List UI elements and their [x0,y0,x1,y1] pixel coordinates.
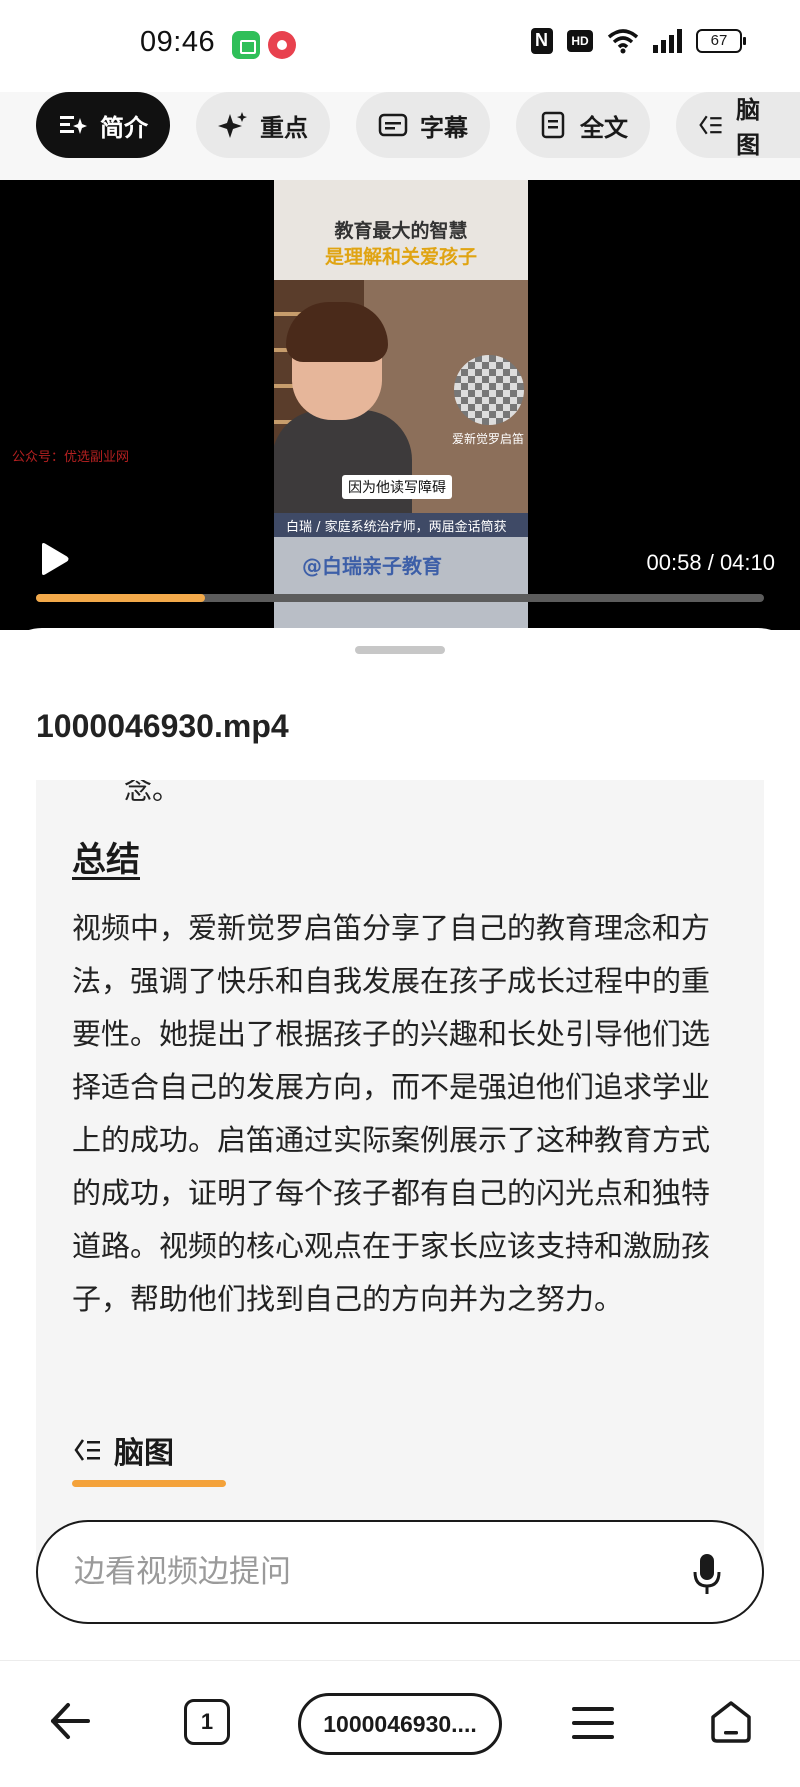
video-overlay-subtitle: 是理解和关爱孩子 [324,246,477,268]
play-icon[interactable] [36,542,70,576]
menu-icon[interactable] [572,1705,614,1741]
summary-sparkle-icon [60,116,87,134]
summary-heading: 总结 [72,840,140,880]
sheet-drag-handle[interactable] [355,646,445,654]
cellular-signal-icon [653,29,682,53]
channel-handle: @白瑞亲子教育 [302,554,442,578]
summary-text: 视频中，爱新觉罗启笛分享了自己的教育理念和方法，强调了快乐和自我发展在孩子成长过… [72,911,711,1316]
speaker-band: 白瑞 / 家庭系统治疗师，两届金话筒获得者 [274,513,528,554]
summary-card: 念。 总结 视频中，爱新觉罗启笛分享了自己的教育理念和方法，强调了快乐和自我发展… [36,780,764,1560]
avatar-caption: 爱新觉罗启笛 [452,432,525,446]
mindmap-icon [74,1439,100,1461]
sparkle-icon [218,112,247,138]
video-time: 00:58 / 04:10 [646,550,775,575]
tab-label: 全文 [580,113,628,142]
tab-label: 重点 [260,113,308,142]
app-notification-icon [232,31,260,59]
mindmap-link-label: 脑图 [114,1436,174,1471]
ask-input[interactable] [74,1550,654,1594]
home-icon[interactable] [708,1699,754,1745]
document-icon [541,111,565,139]
feature-tab-row: 简介 重点 字幕 全文 脑图 [0,92,800,180]
status-time: 09:46 [140,26,216,58]
pixelated-avatar [454,355,524,425]
microphone-icon[interactable] [692,1552,722,1596]
tab-label: 简介 [100,113,148,142]
previous-text-fragment: 念。 [124,780,181,806]
tab-mindmap[interactable]: 脑图 [676,92,800,159]
address-pill[interactable]: 1000046930.... [298,1693,502,1755]
mindmap-underline [72,1480,226,1487]
shopping-notification-icon [268,31,296,59]
tab-fulltext[interactable]: 全文 [516,92,650,158]
watermark-text: 公众号：优选副业网 [12,450,130,465]
ask-bar [36,1520,764,1624]
video-progress-bar[interactable] [36,594,764,602]
nfc-icon [531,28,553,54]
wifi-icon [607,28,639,54]
back-arrow-icon[interactable] [48,1699,92,1743]
mindmap-icon [699,115,722,135]
video-overlay-title: 教育最大的智慧 [334,220,468,242]
status-indicators: HD 67 [531,28,746,54]
battery-icon: 67 [696,29,746,53]
tab-summary[interactable]: 简介 [36,92,170,158]
browser-bottom-nav: 1 1000046930.... [0,1660,800,1787]
file-title: 1000046930.mp4 [36,708,289,744]
video-caption: 因为他读写障碍 [342,475,452,499]
hd-icon: HD [567,30,593,52]
tab-subtitles[interactable]: 字幕 [356,92,490,158]
status-bar: 09:46 HD 67 [0,0,800,92]
video-progress-fill [36,594,205,602]
video-player[interactable]: 教育最大的智慧 是理解和关爱孩子 爱新觉罗启笛 因为他读写障碍 白瑞 / 家庭系… [0,180,800,630]
summary-sheet: 1000046930.mp4 念。 总结 视频中，爱新觉罗启笛分享了自己的教育理… [0,628,800,1658]
subtitle-icon [378,113,408,137]
tabs-count-button[interactable]: 1 [184,1699,230,1745]
tab-label: 字幕 [420,113,468,142]
mindmap-link[interactable]: 脑图 [72,1428,174,1472]
video-frame: 教育最大的智慧 是理解和关爱孩子 爱新觉罗启笛 因为他读写障碍 白瑞 / 家庭系… [274,180,528,630]
tab-label: 脑图 [736,96,761,159]
tab-highlights[interactable]: 重点 [196,92,330,158]
